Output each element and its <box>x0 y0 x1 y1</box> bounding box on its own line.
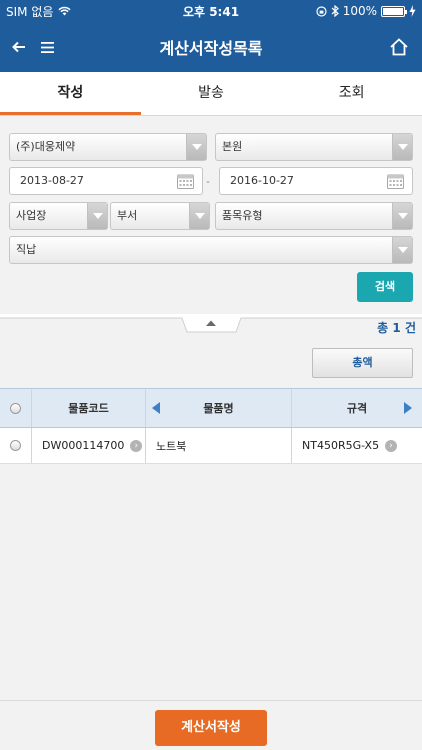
item-type-value: 품목유형 <box>222 209 263 222</box>
date-from-field[interactable]: 2013-08-27 <box>9 167 203 195</box>
scroll-right-icon[interactable] <box>404 402 412 414</box>
collapse-up-icon[interactable] <box>205 319 217 327</box>
header-name: 물품명 <box>146 389 292 427</box>
detail-arrow-icon[interactable]: › <box>385 439 398 452</box>
branch-value: 본원 <box>222 140 243 153</box>
count-value: 1 <box>392 321 401 335</box>
calendar-icon[interactable] <box>177 173 194 189</box>
table-row[interactable]: DW000114700 › 노트북 NT450R5G-X5 › <box>0 428 422 464</box>
workplace-select[interactable]: 사업장 <box>9 202 108 230</box>
delivery-select[interactable]: 직납 <box>9 236 413 264</box>
item-type-select[interactable]: 품목유형 <box>215 202 413 230</box>
chevron-down-icon <box>392 203 412 229</box>
workplace-value: 사업장 <box>16 209 47 222</box>
home-icon <box>390 38 408 56</box>
row-select-cell <box>0 428 32 463</box>
battery-percent: 100% <box>342 4 377 18</box>
select-all-radio[interactable] <box>10 402 21 414</box>
row-name: 노트북 <box>146 428 292 463</box>
create-invoice-button[interactable]: 계산서작성 <box>155 710 267 746</box>
filter-form: (주)대웅제약 본원 2013-08-27 - 2016-10-27 사업장 부… <box>0 117 422 313</box>
department-select[interactable]: 부서 <box>110 202 210 230</box>
row-code: DW000114700 › <box>32 428 146 463</box>
home-button[interactable] <box>382 22 416 72</box>
tab-create[interactable]: 작성 <box>0 72 141 115</box>
row-code-value: DW000114700 <box>42 439 125 452</box>
item-table: 물품코드 물품명 규격 DW000114700 › 노트북 NT450R5G-X… <box>0 388 422 464</box>
header-spec-label: 규격 <box>346 402 368 415</box>
collapse-bar: 총 1 건 <box>0 314 422 338</box>
total-area: 총액 <box>0 338 422 388</box>
charging-icon <box>409 5 416 17</box>
calendar-icon[interactable] <box>387 173 404 189</box>
row-radio[interactable] <box>10 440 21 451</box>
date-from-value: 2013-08-27 <box>20 174 84 187</box>
header-spec: 규격 <box>292 389 422 427</box>
table-header: 물품코드 물품명 규격 <box>0 388 422 428</box>
header-name-label: 물품명 <box>203 402 234 415</box>
tab-send[interactable]: 발송 <box>141 72 282 115</box>
delivery-value: 직납 <box>16 243 37 256</box>
bluetooth-icon <box>331 5 339 17</box>
chevron-down-icon <box>87 203 107 229</box>
date-to-field[interactable]: 2016-10-27 <box>219 167 413 195</box>
tab-inquiry[interactable]: 조회 <box>281 72 422 115</box>
carrier-label: SIM 없음 <box>6 4 54 19</box>
app-header: 계산서작성목록 <box>0 22 422 72</box>
department-value: 부서 <box>117 209 138 222</box>
battery-icon <box>381 5 407 17</box>
chevron-down-icon <box>186 134 206 160</box>
scroll-left-icon[interactable] <box>152 402 160 414</box>
orientation-lock-icon <box>316 5 327 17</box>
wifi-icon <box>58 6 71 16</box>
date-separator: - <box>206 175 210 188</box>
detail-arrow-icon[interactable]: › <box>130 439 143 452</box>
row-spec-value: NT450R5G-X5 <box>302 439 380 452</box>
count-prefix: 총 <box>377 321 389 335</box>
chevron-down-icon <box>392 134 412 160</box>
company-select[interactable]: (주)대웅제약 <box>9 133 207 161</box>
chevron-down-icon <box>189 203 209 229</box>
page-title: 계산서작성목록 <box>159 39 263 58</box>
footer-bar: 계산서작성 <box>0 700 422 750</box>
company-value: (주)대웅제약 <box>16 140 76 153</box>
count-unit: 건 <box>404 321 416 335</box>
date-to-value: 2016-10-27 <box>230 174 294 187</box>
total-button[interactable]: 총액 <box>312 348 413 378</box>
header-code: 물품코드 <box>32 389 146 427</box>
row-spec: NT450R5G-X5 › <box>292 428 422 463</box>
search-button[interactable]: 검색 <box>357 272 413 302</box>
tab-bar: 작성 발송 조회 <box>0 72 422 116</box>
chevron-down-icon <box>392 237 412 263</box>
branch-select[interactable]: 본원 <box>215 133 413 161</box>
select-all-cell <box>0 389 32 427</box>
result-count: 총 1 건 <box>377 319 416 336</box>
status-bar: SIM 없음 오후 5:41 100% <box>0 0 422 22</box>
